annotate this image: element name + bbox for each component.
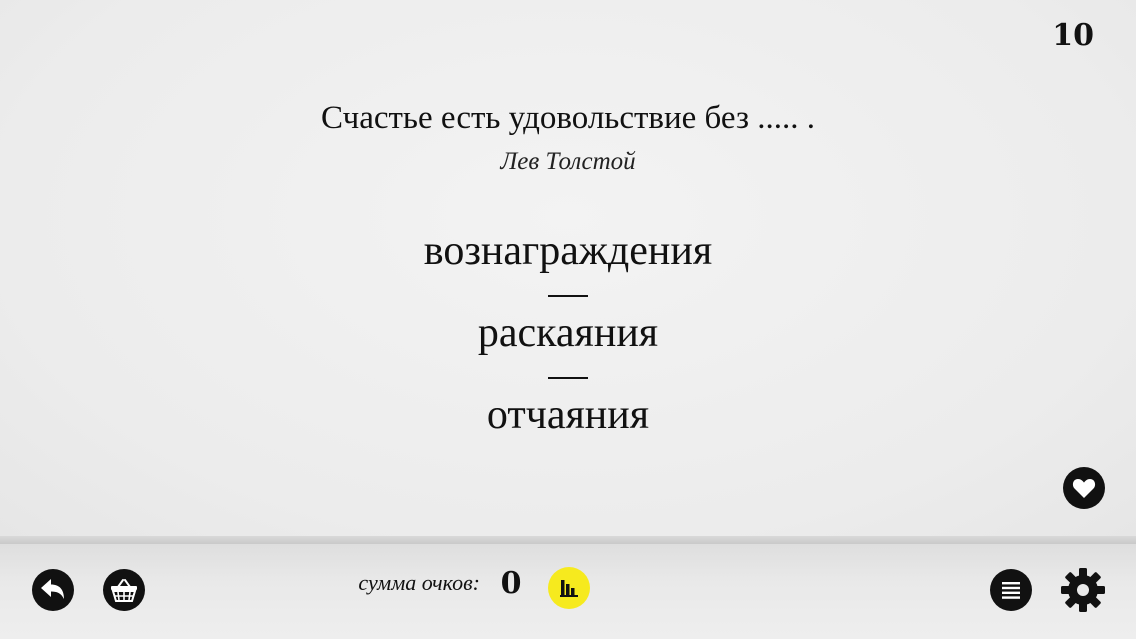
favorite-button[interactable] <box>1063 467 1105 509</box>
quote-author: Лев Толстой <box>500 148 636 175</box>
answer-option-2[interactable]: раскаяния <box>0 309 1136 357</box>
back-arrow-icon <box>41 579 64 599</box>
answer-divider <box>548 377 588 379</box>
menu-button[interactable] <box>990 569 1032 611</box>
answer-divider <box>548 295 588 297</box>
answer-option-3[interactable]: отчаяния <box>0 391 1136 439</box>
list-icon <box>1002 582 1020 599</box>
leaderboard-button[interactable] <box>548 567 590 609</box>
back-button[interactable] <box>32 569 74 611</box>
score-label: сумма очков: <box>358 570 480 595</box>
heart-icon <box>1072 479 1096 498</box>
gear-icon <box>1061 568 1105 612</box>
bar-chart-icon <box>560 580 578 597</box>
quote-text: Счастье есть удовольствие без ..... . <box>321 100 815 136</box>
level-number: 10 <box>1052 18 1094 53</box>
paper-edge <box>0 536 1136 544</box>
basket-icon <box>111 579 137 602</box>
answer-option-1[interactable]: вознаграждения <box>0 227 1136 275</box>
settings-button[interactable] <box>1060 567 1106 613</box>
shop-button[interactable] <box>103 569 145 611</box>
score-value: 0 <box>500 566 522 601</box>
